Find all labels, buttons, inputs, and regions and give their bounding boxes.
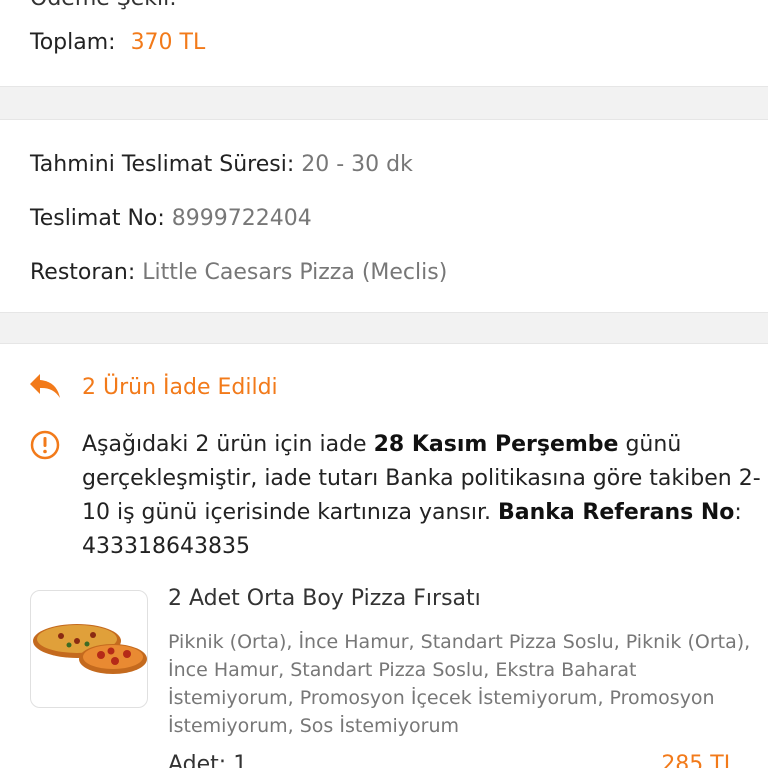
section-separator [0,86,768,120]
eta-label: Tahmini Teslimat Süresi: [30,152,295,177]
info-circle-icon [30,430,60,460]
product-options: Piknik (Orta), İnce Hamur, Standart Pizz… [168,631,751,737]
eta-row: Tahmini Teslimat Süresi: 20 - 30 dk [30,152,413,177]
reply-arrow-icon [28,372,62,402]
bank-reference-label: Banka Referans No [497,500,735,525]
pizza-image [33,624,147,674]
refund-title: 2 Ürün İade Edildi [82,374,278,400]
total-value: 370 TL [130,30,206,55]
section-separator [0,312,768,344]
order-detail-page: Ödeme Şekli: Toplam: 370 TL Tahmini Tesl… [0,0,768,768]
restaurant-row: Restoran: Little Caesars Pizza (Meclis) [30,260,447,285]
eta-value: 20 - 30 dk [301,152,413,177]
payment-method-label: Ödeme Şekli: [30,0,177,11]
refund-notice-text: Aşağıdaki 2 ürün için iade 28 Kasım Perş… [82,428,768,564]
product-name: 2 Adet Orta Boy Pizza Fırsatı [168,586,481,611]
notice-text-part: Aşağıdaki 2 ürün için iade [82,432,374,457]
total-label: Toplam: [30,30,116,55]
order-total: Toplam: 370 TL [30,30,205,55]
restaurant-value: Little Caesars Pizza (Meclis) [142,260,448,285]
refund-date: 28 Kasım Perşembe [373,432,619,457]
product-price: 285 TL [661,752,736,768]
product-image[interactable] [30,590,148,708]
refund-header: 2 Ürün İade Edildi [28,370,278,404]
product-quantity: Adet: 1 [168,752,248,768]
delivery-no-row: Teslimat No: 8999722404 [30,206,312,231]
restaurant-label: Restoran: [30,260,136,285]
delivery-no-value: 8999722404 [171,206,312,231]
delivery-no-label: Teslimat No: [30,206,165,231]
